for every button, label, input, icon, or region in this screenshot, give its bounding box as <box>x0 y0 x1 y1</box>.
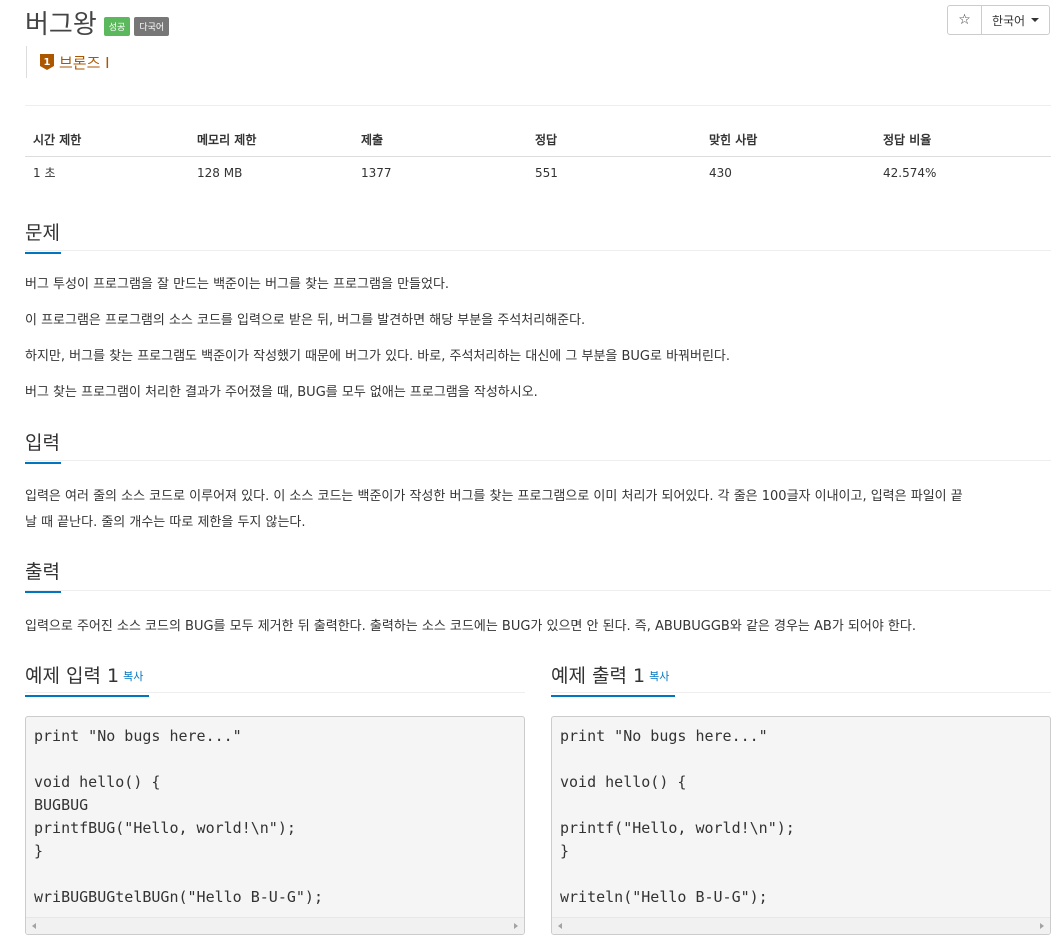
solved-users-value[interactable]: 430 <box>701 156 875 189</box>
header-solved-users: 맞힌 사람 <box>701 124 875 157</box>
problem-paragraph: 이 프로그램은 프로그램의 소스 코드를 입력으로 받은 뒤, 버그를 발견하면… <box>25 313 586 328</box>
heading-underline <box>25 462 61 464</box>
submissions-value[interactable]: 1377 <box>353 156 527 189</box>
section-divider <box>25 692 525 693</box>
horizontal-scrollbar[interactable] <box>552 917 1050 934</box>
heading-underline <box>25 252 61 254</box>
heading-underline <box>25 695 149 697</box>
scroll-left-icon[interactable] <box>558 923 562 929</box>
horizontal-scrollbar[interactable] <box>26 917 524 934</box>
language-dropdown[interactable]: 한국어 <box>982 5 1050 35</box>
header-time-limit: 시간 제한 <box>25 124 189 157</box>
problem-info-table: 시간 제한 메모리 제한 제출 정답 맞힌 사람 정답 비율 1 초 128 M… <box>25 124 1051 189</box>
bronze-tier-icon: 1 <box>40 54 54 70</box>
memory-limit-value: 128 MB <box>197 165 243 180</box>
caret-down-icon <box>1031 18 1040 22</box>
scroll-right-icon[interactable] <box>514 923 518 929</box>
toolbar: ☆ 한국어 <box>947 5 1050 35</box>
header-accepted: 정답 <box>527 124 701 157</box>
copy-output-button[interactable]: 복사 <box>649 670 669 683</box>
sample-output-box[interactable]: print "No bugs here..." void hello() { p… <box>551 716 1051 935</box>
tier-info: 1 브론즈 I <box>26 46 110 78</box>
input-line: 날 때 끝난다. 줄의 개수는 따로 제한을 두지 않는다. <box>25 515 306 530</box>
tier-link[interactable]: 브론즈 I <box>59 52 110 73</box>
accepted-value[interactable]: 551 <box>527 156 701 189</box>
heading-underline <box>25 591 61 593</box>
problem-paragraph: 버그 찾는 프로그램이 처리한 결과가 주어졌을 때, BUG를 모두 없애는 … <box>25 385 538 400</box>
star-button[interactable]: ☆ <box>947 5 982 35</box>
scroll-left-icon[interactable] <box>32 923 36 929</box>
header-memory-limit: 메모리 제한 <box>189 124 353 157</box>
problem-paragraph: 하지만, 버그를 찾는 프로그램도 백준이가 작성했기 때문에 버그가 있다. … <box>25 349 731 364</box>
heading-underline <box>551 695 675 697</box>
section-divider <box>25 460 1051 461</box>
sample-input-code[interactable]: print "No bugs here..." void hello() { B… <box>26 717 524 917</box>
star-icon: ☆ <box>958 12 971 28</box>
header-submissions: 제출 <box>353 124 527 157</box>
output-section-heading: 출력 <box>25 557 61 593</box>
problem-section-heading: 문제 <box>25 218 61 254</box>
sample-output-heading: 예제 출력 1 복사 <box>551 661 675 697</box>
copy-input-button[interactable]: 복사 <box>123 670 143 683</box>
output-description: 입력으로 주어진 소스 코드의 BUG를 모두 제거한 뒤 출력한다. 출력하는… <box>25 614 1045 640</box>
time-limit-value: 1 초 <box>33 166 56 181</box>
input-line: 입력은 여러 줄의 소스 코드로 이루어져 있다. 이 소스 코드는 백준이가 … <box>25 489 963 504</box>
section-divider <box>25 250 1051 251</box>
multilang-badge: 다국어 <box>134 16 170 36</box>
scroll-right-icon[interactable] <box>1040 923 1044 929</box>
section-divider <box>25 590 1051 591</box>
sample-input-box[interactable]: print "No bugs here..." void hello() { B… <box>25 716 525 935</box>
problem-description: 버그 투성이 프로그램을 잘 만드는 백준이는 버그를 찾는 프로그램을 만들었… <box>25 272 1045 406</box>
sample-output-code[interactable]: print "No bugs here..." void hello() { p… <box>552 717 1050 917</box>
divider <box>25 105 1051 106</box>
header-accept-ratio: 정답 비율 <box>875 124 1051 157</box>
success-badge: 성공 <box>103 16 131 36</box>
sample-input-title: 예제 입력 1 <box>25 665 120 687</box>
sample-output-title: 예제 출력 1 <box>551 665 646 687</box>
problem-title: 버그왕 <box>25 9 97 40</box>
section-divider <box>551 692 1051 693</box>
language-label: 한국어 <box>991 13 1026 28</box>
sample-input-heading: 예제 입력 1 복사 <box>25 661 149 697</box>
problem-paragraph: 버그 투성이 프로그램을 잘 만드는 백준이는 버그를 찾는 프로그램을 만들었… <box>25 277 450 292</box>
input-description: 입력은 여러 줄의 소스 코드로 이루어져 있다. 이 소스 코드는 백준이가 … <box>25 484 1045 536</box>
input-section-heading: 입력 <box>25 428 61 464</box>
table-row: 1 초 128 MB 1377 551 430 42.574% <box>25 156 1051 189</box>
table-header-row: 시간 제한 메모리 제한 제출 정답 맞힌 사람 정답 비율 <box>25 124 1051 157</box>
output-text: 입력으로 주어진 소스 코드의 BUG를 모두 제거한 뒤 출력한다. 출력하는… <box>25 619 916 634</box>
problem-header: 버그왕 성공 다국어 <box>25 5 170 40</box>
svg-text:1: 1 <box>44 57 51 68</box>
accept-ratio-value: 42.574% <box>883 165 937 180</box>
